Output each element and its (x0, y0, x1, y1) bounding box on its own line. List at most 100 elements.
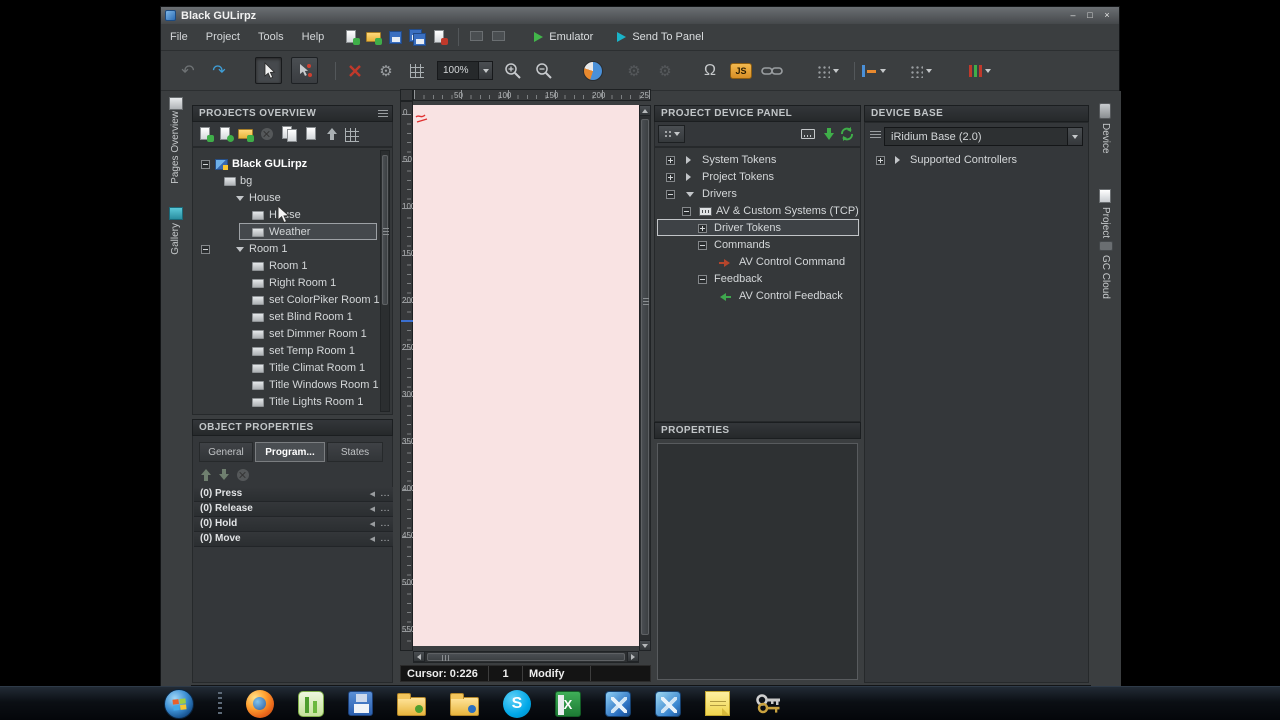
expanded-arrow-icon[interactable] (686, 192, 694, 197)
tab-programming[interactable]: Program... (255, 442, 325, 462)
tree-item-room1-group[interactable]: Room 1 (193, 241, 392, 258)
collapse-expander-icon[interactable] (698, 275, 707, 284)
browse-button[interactable]: … (380, 518, 390, 529)
tree-item-title-lights[interactable]: Title Lights Room 1 (193, 394, 392, 411)
canvas-horizontal-scrollbar[interactable] (413, 651, 639, 663)
device-base-dropdown-button[interactable] (1067, 128, 1082, 145)
tree-item-drivers[interactable]: Drivers (655, 186, 860, 203)
scroll-left-button[interactable] (413, 651, 425, 662)
network-app-icon[interactable] (605, 691, 631, 717)
add-folder-button[interactable] (237, 125, 255, 143)
tree-item-room1-page[interactable]: Room 1 (193, 258, 392, 275)
tree-item-set-colorpiker[interactable]: set ColorPiker Room 1 (193, 292, 392, 309)
tree-item-bg[interactable]: bg (193, 173, 392, 190)
event-delete-button[interactable] (235, 466, 253, 484)
event-move-up-button[interactable] (197, 466, 215, 484)
tree-item-set-dimmer[interactable]: set Dimmer Room 1 (193, 326, 392, 343)
event-row-release[interactable]: (0) Release ◀ … (194, 502, 393, 517)
link-button[interactable] (761, 58, 783, 84)
tree-item-house-group[interactable]: House (193, 190, 392, 207)
close-button[interactable]: × (1100, 10, 1114, 22)
panel-menu-icon[interactable] (378, 110, 388, 118)
import-page-button[interactable] (217, 125, 235, 143)
tree-item-project-root[interactable]: Black GULirpz (193, 156, 392, 173)
settings-button[interactable]: ⚙ (375, 58, 397, 84)
page-settings-button[interactable] (343, 125, 361, 143)
menu-help[interactable]: Help (293, 27, 334, 47)
add-page-button[interactable] (197, 125, 215, 143)
scroll-down-button[interactable] (639, 640, 651, 651)
refresh-icon[interactable] (839, 126, 855, 142)
scroll-right-button[interactable] (627, 651, 639, 662)
canvas-vertical-scrollbar[interactable] (639, 105, 651, 651)
browse-button[interactable]: … (380, 503, 390, 514)
download-driver-icon[interactable] (823, 128, 835, 140)
tree-item-right-room1[interactable]: Right Room 1 (193, 275, 392, 292)
new-project-icon[interactable] (343, 28, 361, 46)
driver-add-dropdown[interactable] (658, 125, 685, 143)
redo-button[interactable]: ↷ (208, 58, 230, 84)
browse-button[interactable]: … (380, 488, 390, 499)
move-up-button[interactable] (323, 125, 341, 143)
size-tools-button[interactable] (969, 58, 991, 84)
event-row-press[interactable]: (0) Press ◀ … (194, 487, 393, 502)
tree-item-supported-controllers[interactable]: Supported Controllers (865, 152, 1088, 169)
collapsed-arrow-icon[interactable] (686, 173, 691, 181)
firefox-icon[interactable] (246, 690, 274, 718)
excel-icon[interactable]: X (555, 691, 581, 717)
transfer-app-icon[interactable] (298, 691, 324, 717)
event-move-down-button[interactable] (215, 466, 233, 484)
duplicate-page-button[interactable] (281, 125, 299, 143)
tab-general[interactable]: General (199, 442, 253, 462)
tree-item-commands[interactable]: Commands (655, 237, 860, 254)
minimize-button[interactable]: – (1066, 10, 1080, 22)
collapse-expander-icon[interactable] (682, 207, 691, 216)
tab-gallery[interactable]: Gallery (170, 223, 181, 255)
script-editor-button[interactable]: JS (730, 58, 752, 84)
zoom-out-button[interactable] (533, 58, 555, 84)
skype-icon[interactable]: S (503, 690, 531, 718)
device-base-combobox[interactable]: iRidium Base (2.0) (884, 127, 1083, 146)
collapse-expander-icon[interactable] (698, 241, 707, 250)
tree-item-title-windows[interactable]: Title Windows Room 1 (193, 377, 392, 394)
scrollbar-thumb[interactable] (641, 119, 649, 635)
tab-gc-cloud[interactable]: GC Cloud (1100, 255, 1111, 299)
display-rotate-button[interactable] (582, 58, 604, 84)
collapse-expander-icon[interactable] (201, 245, 210, 254)
delete-page-button[interactable] (259, 125, 277, 143)
tree-item-system-tokens[interactable]: System Tokens (655, 152, 860, 169)
tree-item-av-control-feedback[interactable]: AV Control Feedback (655, 288, 860, 305)
save-project-icon[interactable] (387, 28, 405, 46)
panel-preview-icon[interactable] (468, 28, 486, 46)
select-tool-button[interactable] (255, 57, 282, 84)
save-app-icon[interactable] (348, 691, 373, 716)
tree-item-house-page[interactable]: House (193, 207, 392, 224)
tab-device[interactable]: Device (1100, 123, 1111, 154)
collapsed-arrow-icon[interactable] (686, 156, 691, 164)
emulator-button[interactable]: Emulator (549, 31, 593, 43)
scroll-up-button[interactable] (639, 105, 651, 116)
open-project-icon[interactable] (365, 28, 383, 46)
tab-pages-overview[interactable]: Pages Overview (170, 111, 181, 184)
keys-icon[interactable] (754, 692, 784, 716)
collapse-left-icon[interactable]: ◀ (370, 505, 375, 513)
expand-icon[interactable] (666, 173, 675, 182)
tree-item-title-climat[interactable]: Title Climat Room 1 (193, 360, 392, 377)
zoom-dropdown-button[interactable] (478, 62, 492, 79)
tree-item-weather-page-selected[interactable]: Weather (193, 224, 392, 241)
panel-preview-2-icon[interactable] (490, 28, 508, 46)
macros-button[interactable]: Ω (699, 58, 721, 84)
tree-item-project-tokens[interactable]: Project Tokens (655, 169, 860, 186)
collapsed-arrow-icon[interactable] (895, 156, 900, 164)
save-all-icon[interactable] (409, 28, 427, 46)
snap-grid-button[interactable] (816, 58, 839, 84)
network-app-2-icon[interactable] (655, 691, 681, 717)
projects-tree-scrollbar[interactable] (380, 150, 390, 412)
zoom-combobox[interactable]: 100% (437, 61, 493, 80)
expand-icon[interactable] (666, 156, 675, 165)
panel-settings-button[interactable]: ⚙ (654, 58, 676, 84)
point-edit-tool-button[interactable] (291, 57, 318, 84)
tree-item-set-temp[interactable]: set Temp Room 1 (193, 343, 392, 360)
collapse-expander-icon[interactable] (201, 160, 210, 169)
tree-item-driver-tokens-selected[interactable]: Driver Tokens (655, 220, 860, 237)
